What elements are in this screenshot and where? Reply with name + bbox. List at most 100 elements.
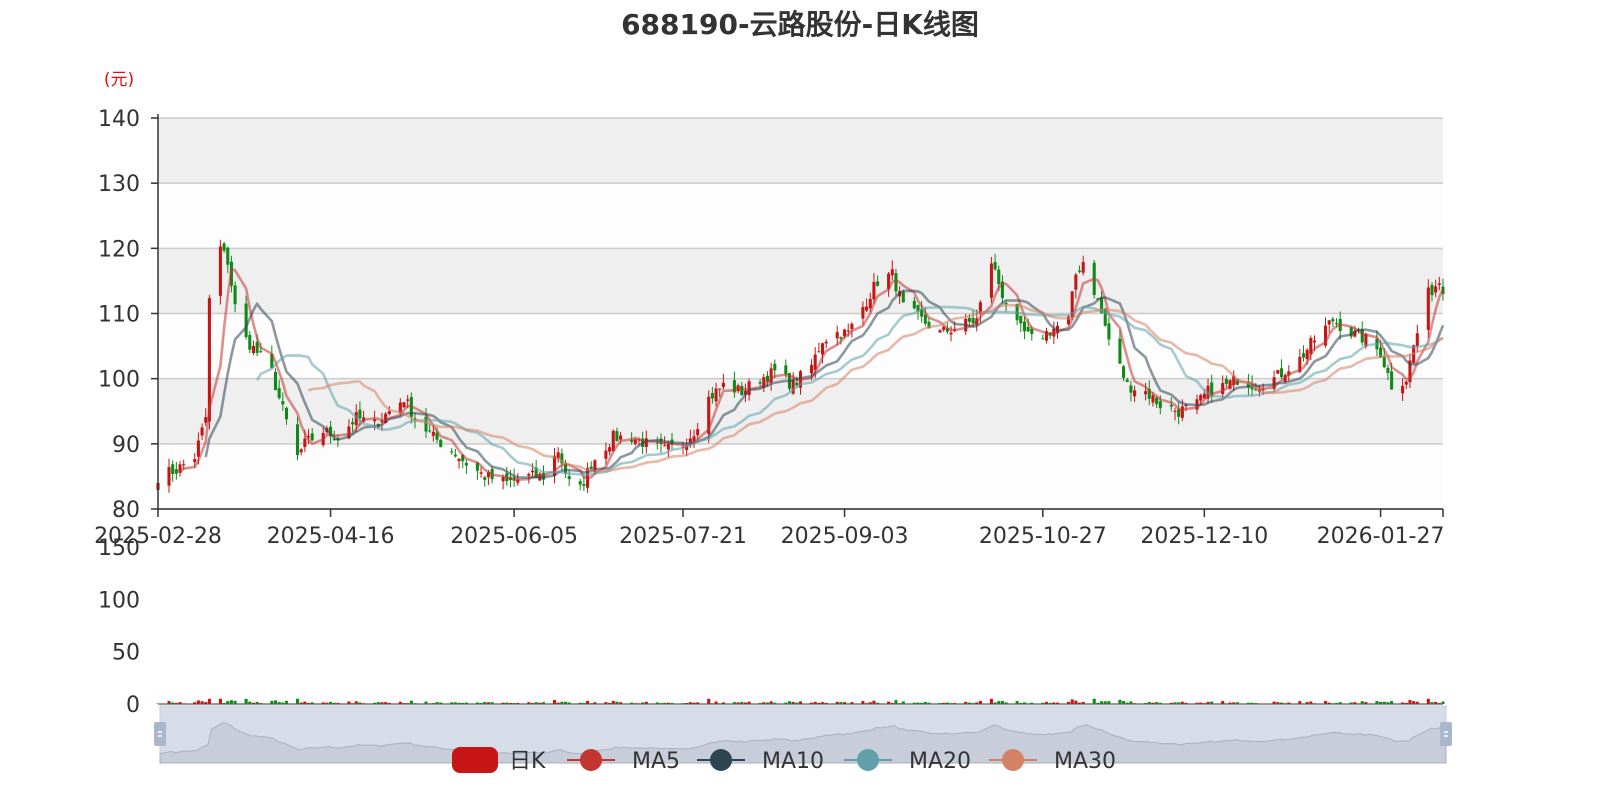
volume-tick-label: 50 [112, 641, 140, 666]
volume-bar [688, 702, 692, 704]
volume-bar [611, 700, 615, 704]
slider-handle-left[interactable] [154, 722, 166, 746]
candle-body [663, 445, 667, 447]
candle-body [303, 438, 307, 448]
candle-body [619, 435, 623, 440]
candle-body [1334, 322, 1339, 324]
volume-bar [685, 702, 689, 704]
x-tick-label: 2026-01-27 [1317, 524, 1445, 549]
volume-bar [1338, 702, 1342, 704]
volume-bar [244, 698, 248, 704]
legend-dot-symbol [1002, 749, 1024, 771]
volume-bar [1250, 702, 1254, 704]
kline-chart[interactable]: 688190-云路股份-日K线图 (元) 80 90 100 110 120 130 140… [0, 0, 1600, 800]
candle-body [714, 388, 718, 402]
volume-bar [608, 702, 612, 704]
volume-bar [560, 701, 564, 704]
volume-bar [373, 702, 377, 704]
candle-body [428, 430, 432, 432]
candle-body [1158, 401, 1162, 409]
volume-bar [1092, 698, 1096, 704]
candle-body [1169, 404, 1173, 407]
candle-body [773, 363, 777, 371]
volume-bar [1048, 702, 1052, 704]
volume-bar [1206, 701, 1210, 704]
candle-body [971, 317, 975, 324]
y-tick-label: 90 [112, 433, 140, 458]
volume-bar [843, 702, 847, 704]
volume-bar [589, 703, 593, 704]
volume-bar [362, 703, 366, 704]
volume-bar [1144, 702, 1148, 704]
volume-bar [721, 702, 725, 704]
volume-bar [659, 703, 663, 704]
volume-bar [791, 701, 795, 704]
candle-body [608, 447, 612, 452]
volume-bar [428, 703, 432, 704]
volume-bar [1408, 700, 1412, 704]
volume-bar [920, 702, 924, 704]
volume-bar [490, 702, 494, 704]
candle-body [1077, 270, 1082, 272]
x-tick-label: 2025-12-10 [1140, 524, 1268, 549]
volume-bar [1437, 703, 1441, 704]
candle-body [1125, 379, 1129, 382]
candle-body [1118, 338, 1122, 364]
volume-bar [306, 703, 311, 704]
candle-body [457, 458, 461, 462]
volume-bar [347, 701, 351, 704]
volume-bar [1360, 701, 1364, 704]
price-unit-label: (元) [104, 70, 134, 90]
slider-handle-right[interactable] [1440, 722, 1452, 746]
candle-body [710, 393, 714, 399]
volume-bar [975, 702, 979, 704]
candle-body [1331, 319, 1335, 322]
volume-bar [277, 702, 281, 704]
volume-bar [681, 703, 685, 704]
candle-body [1026, 326, 1030, 332]
volume-bar [718, 703, 722, 704]
candle-body [1415, 333, 1419, 347]
candle-body [464, 463, 468, 466]
candle-body [1434, 286, 1438, 293]
volume-bar [552, 700, 557, 704]
candle-body [967, 317, 971, 322]
volume-bar [508, 702, 512, 704]
volume-bar [644, 701, 648, 704]
volume-bar [762, 702, 766, 704]
volume-bar [1353, 702, 1357, 704]
volume-bar [1434, 701, 1438, 704]
volume-bar [887, 701, 891, 704]
volume-bar [1254, 703, 1258, 704]
volume-bar [358, 702, 362, 704]
volume-bar [773, 702, 777, 704]
volume-bar [1379, 701, 1383, 704]
candle-body [912, 300, 916, 309]
volume-bar [696, 702, 700, 704]
volume-bar [1019, 702, 1023, 704]
volume-bar [604, 702, 608, 704]
volume-bar [479, 702, 483, 704]
candle-body [1386, 367, 1390, 373]
candle-body [876, 281, 880, 286]
volume-bar [1044, 701, 1049, 704]
volume-bar [784, 702, 788, 704]
volume-bar [1118, 699, 1122, 704]
candle-body [604, 450, 608, 459]
volume-bar [1334, 703, 1339, 704]
volume-bar [765, 702, 769, 704]
volume-bar [967, 702, 971, 704]
volume-bar [710, 703, 714, 704]
candle-body [251, 345, 255, 353]
volume-bar [1430, 702, 1434, 704]
volume-bar [894, 700, 898, 704]
volume-bar [641, 702, 645, 704]
volume-bar [938, 702, 942, 704]
candle-body [226, 247, 230, 265]
volume-bar [516, 703, 520, 704]
volume-bar [1305, 702, 1309, 704]
volume-bar [336, 702, 340, 704]
volume-bar [1224, 703, 1228, 704]
volume-bar [218, 698, 222, 704]
volume-bar [325, 702, 329, 704]
